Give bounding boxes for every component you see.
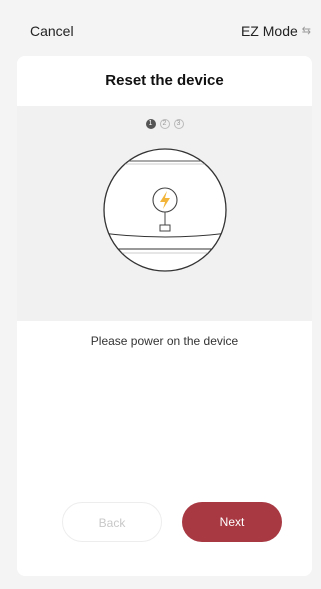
step-2: 2 xyxy=(159,119,170,129)
step-indicator: 1 2 3 xyxy=(17,119,312,129)
next-button[interactable]: Next xyxy=(182,502,282,542)
screen: Cancel EZ Mode ⇆ Reset the device 1 2 3 xyxy=(0,0,321,589)
mode-label: EZ Mode xyxy=(240,23,298,39)
lightning-bolt-icon xyxy=(152,187,178,213)
content-card: Reset the device 1 2 3 Please power on t… xyxy=(17,56,312,576)
device-illustration xyxy=(103,148,227,272)
reset-button-graphic xyxy=(159,224,171,232)
mode-toggle[interactable]: EZ Mode ⇆ xyxy=(241,23,311,39)
step-3: 3 xyxy=(173,119,184,129)
instruction-text: Please power on the device xyxy=(90,334,239,348)
step-1: 1 xyxy=(145,119,156,129)
page-title: Reset the device xyxy=(17,56,312,106)
illustration-area: 1 2 3 xyxy=(17,106,312,321)
top-bar: Cancel EZ Mode ⇆ xyxy=(0,0,321,56)
back-button[interactable]: Back xyxy=(62,502,162,542)
swap-icon: ⇆ xyxy=(301,24,311,37)
cancel-button[interactable]: Cancel xyxy=(30,23,74,39)
